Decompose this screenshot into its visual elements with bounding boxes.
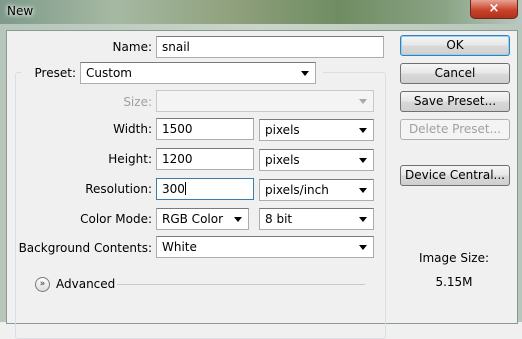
resolution-label: Resolution: (85, 182, 152, 196)
chevron-down-icon[interactable]: » (35, 277, 50, 292)
height-unit-value: pixels (265, 153, 300, 167)
resolution-unit-dropdown[interactable]: pixels/inch (259, 179, 374, 201)
resolution-unit-value: pixels/inch (265, 183, 329, 197)
image-size-label: Image Size: (418, 251, 490, 265)
image-size-value: 5.15M (435, 275, 473, 289)
dropdown-arrow-icon (359, 128, 367, 133)
height-field[interactable]: 1200 (156, 148, 254, 170)
preset-dropdown[interactable]: Custom (80, 62, 316, 84)
name-field[interactable]: snail (156, 36, 384, 58)
delete-preset-button[interactable]: Delete Preset... (400, 119, 510, 140)
height-label: Height: (108, 152, 152, 166)
advanced-label[interactable]: Advanced (56, 277, 115, 291)
background-contents-dropdown[interactable]: White (156, 236, 374, 258)
ok-button[interactable]: OK (400, 35, 510, 56)
dialog-body: Name: snail Preset: Custom Size: Width: … (6, 30, 518, 339)
height-unit-dropdown[interactable]: pixels (259, 149, 374, 171)
text-caret (184, 182, 186, 195)
width-unit-value: pixels (265, 123, 300, 137)
preset-label: Preset: (34, 66, 76, 80)
window-title: New (7, 4, 34, 18)
bit-depth-dropdown[interactable]: 8 bit (259, 208, 374, 230)
dropdown-arrow-icon (359, 99, 367, 104)
device-central-button[interactable]: Device Central... (400, 165, 510, 186)
advanced-divider (117, 284, 365, 285)
color-mode-label: Color Mode: (80, 212, 152, 226)
width-label: Width: (113, 122, 152, 136)
save-preset-button[interactable]: Save Preset... (400, 91, 510, 112)
background-contents-label: Background Contents: (18, 241, 152, 255)
dropdown-arrow-icon (359, 245, 367, 250)
cancel-button[interactable]: Cancel (400, 63, 510, 84)
color-mode-value: RGB Color (162, 212, 224, 226)
color-mode-dropdown[interactable]: RGB Color (156, 208, 249, 230)
resolution-value: 300 (162, 182, 185, 196)
dropdown-arrow-icon (234, 217, 242, 222)
bit-depth-value: 8 bit (265, 212, 293, 226)
dropdown-arrow-icon (359, 188, 367, 193)
preset-value: Custom (86, 66, 132, 80)
close-button[interactable]: × (470, 0, 518, 19)
width-field[interactable]: 1500 (156, 118, 254, 140)
dropdown-arrow-icon (359, 158, 367, 163)
dropdown-arrow-icon (359, 217, 367, 222)
size-label: Size: (123, 95, 152, 109)
preset-group (15, 72, 386, 339)
background-contents-value: White (162, 240, 197, 254)
name-label: Name: (112, 40, 152, 54)
width-unit-dropdown[interactable]: pixels (259, 119, 374, 141)
size-dropdown[interactable] (156, 90, 374, 112)
dropdown-arrow-icon (301, 71, 309, 76)
resolution-field[interactable]: 300 (156, 178, 254, 200)
